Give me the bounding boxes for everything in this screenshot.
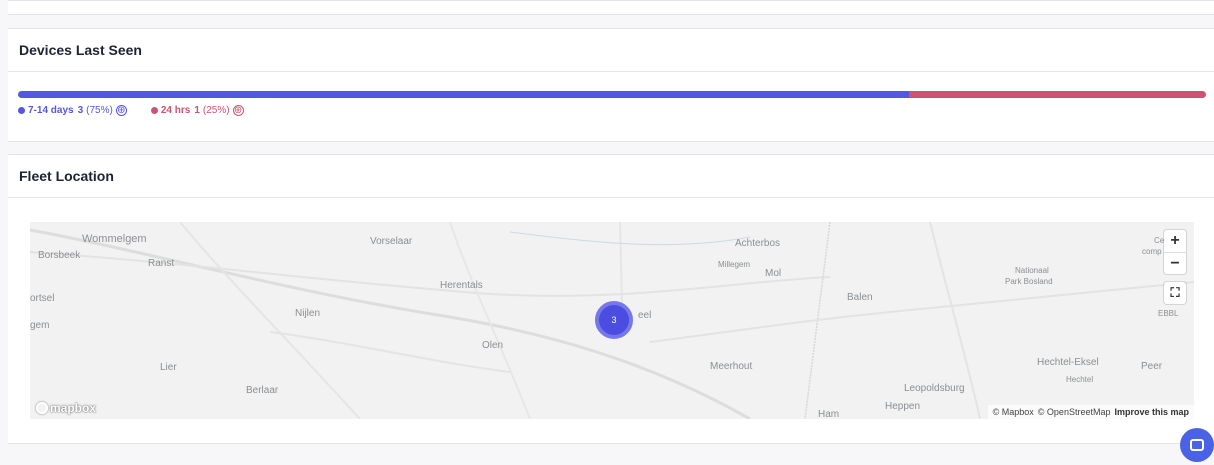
map-label: Leopoldsburg: [904, 383, 965, 394]
legend-item-7-14-days: 7-14 days 3 (75%) ⊕: [18, 105, 127, 116]
legend-dot: [150, 107, 158, 114]
devices-last-seen-card: Devices Last Seen 7-14 days 3 (75%) ⊕ 24…: [8, 28, 1214, 142]
map-label: Hechtel: [1066, 375, 1094, 384]
last-seen-progress-bar: [18, 91, 1206, 98]
map-label: Lier: [160, 362, 177, 373]
map-label: Mol: [765, 268, 782, 279]
legend-label: 7-14 days: [28, 105, 74, 116]
legend-dot: [18, 107, 25, 114]
map-label: gem: [30, 320, 50, 331]
cluster-count: 3: [611, 315, 617, 325]
fleet-location-header: Fleet Location: [8, 155, 1214, 198]
map-label: Berlaar: [246, 385, 279, 396]
map-label: Hechtel-Eksel: [1037, 357, 1099, 368]
map-label: Vorselaar: [370, 236, 413, 247]
legend-label: 24 hrs: [160, 105, 191, 116]
map-label: Nationaal: [1015, 266, 1049, 275]
previous-card: [8, 0, 1214, 15]
map-label: Meerhout: [710, 361, 753, 372]
map-label: Heppen: [885, 401, 921, 412]
legend-percent: (25%): [202, 105, 230, 116]
map-label: comp: [1142, 247, 1162, 256]
map-label: EBBL: [1158, 309, 1179, 318]
device-cluster-marker[interactable]: 3: [595, 301, 633, 339]
legend-percent: (75%): [86, 105, 113, 116]
map-label: Millegem: [718, 260, 751, 269]
legend-count: 1: [194, 105, 200, 116]
map-attribution: © Mapbox © OpenStreetMap Improve this ma…: [987, 405, 1194, 419]
map-label: Balen: [847, 292, 873, 303]
zoom-in-button[interactable]: +: [1164, 230, 1186, 252]
map-label: Park Bosland: [1005, 277, 1053, 286]
map-label: Ce: [1154, 236, 1165, 245]
fleet-map[interactable]: Wommelgem Borsbeek Ranst Vorselaar Achte…: [30, 222, 1194, 419]
last-seen-legend: 7-14 days 3 (75%) ⊕ 24 hrs 1 (25%) ⊕: [18, 105, 268, 116]
devices-last-seen-header: Devices Last Seen: [8, 29, 1214, 72]
fleet-location-title: Fleet Location: [19, 168, 114, 184]
map-label: Nijlen: [295, 308, 321, 319]
fullscreen-button[interactable]: ⛶: [1164, 282, 1186, 304]
progress-segment-24-hrs[interactable]: [909, 91, 1206, 98]
mapbox-logo-text: mapbox: [50, 401, 97, 415]
map-label: Achterbos: [735, 238, 781, 249]
map-label: eel: [638, 310, 652, 321]
attribution-osm-link[interactable]: © OpenStreetMap: [1038, 407, 1111, 417]
mapbox-logo-icon: [36, 402, 48, 414]
zoom-controls: + −: [1164, 230, 1186, 274]
map-label: Olen: [482, 340, 504, 351]
chat-launcher-button[interactable]: [1180, 428, 1214, 462]
zoom-out-button[interactable]: −: [1164, 252, 1186, 274]
legend-count: 3: [77, 105, 84, 116]
map-label: Wommelgem: [82, 233, 147, 245]
devices-last-seen-title: Devices Last Seen: [19, 42, 142, 58]
add-circle-icon[interactable]: ⊕: [232, 105, 244, 116]
chat-icon: [1190, 439, 1204, 451]
fleet-location-card: Fleet Location Wommelgem Borsbeek Ranst …: [8, 154, 1214, 444]
progress-segment-7-14-days[interactable]: [18, 91, 909, 98]
map-label: Herentals: [440, 280, 483, 291]
mapbox-logo[interactable]: mapbox: [36, 401, 96, 415]
legend-item-24-hrs: 24 hrs 1 (25%) ⊕: [150, 105, 244, 116]
add-circle-icon[interactable]: ⊕: [115, 105, 127, 116]
map-label: ortsel: [30, 293, 55, 304]
improve-map-link[interactable]: Improve this map: [1114, 407, 1189, 417]
map-label: Borsbeek: [38, 250, 81, 261]
map-label: Ranst: [148, 258, 175, 269]
attribution-mapbox-link[interactable]: © Mapbox: [993, 407, 1034, 417]
map-label: Peer: [1141, 361, 1163, 372]
fullscreen-icon: ⛶: [1170, 285, 1180, 300]
map-label: Ham: [818, 409, 840, 419]
